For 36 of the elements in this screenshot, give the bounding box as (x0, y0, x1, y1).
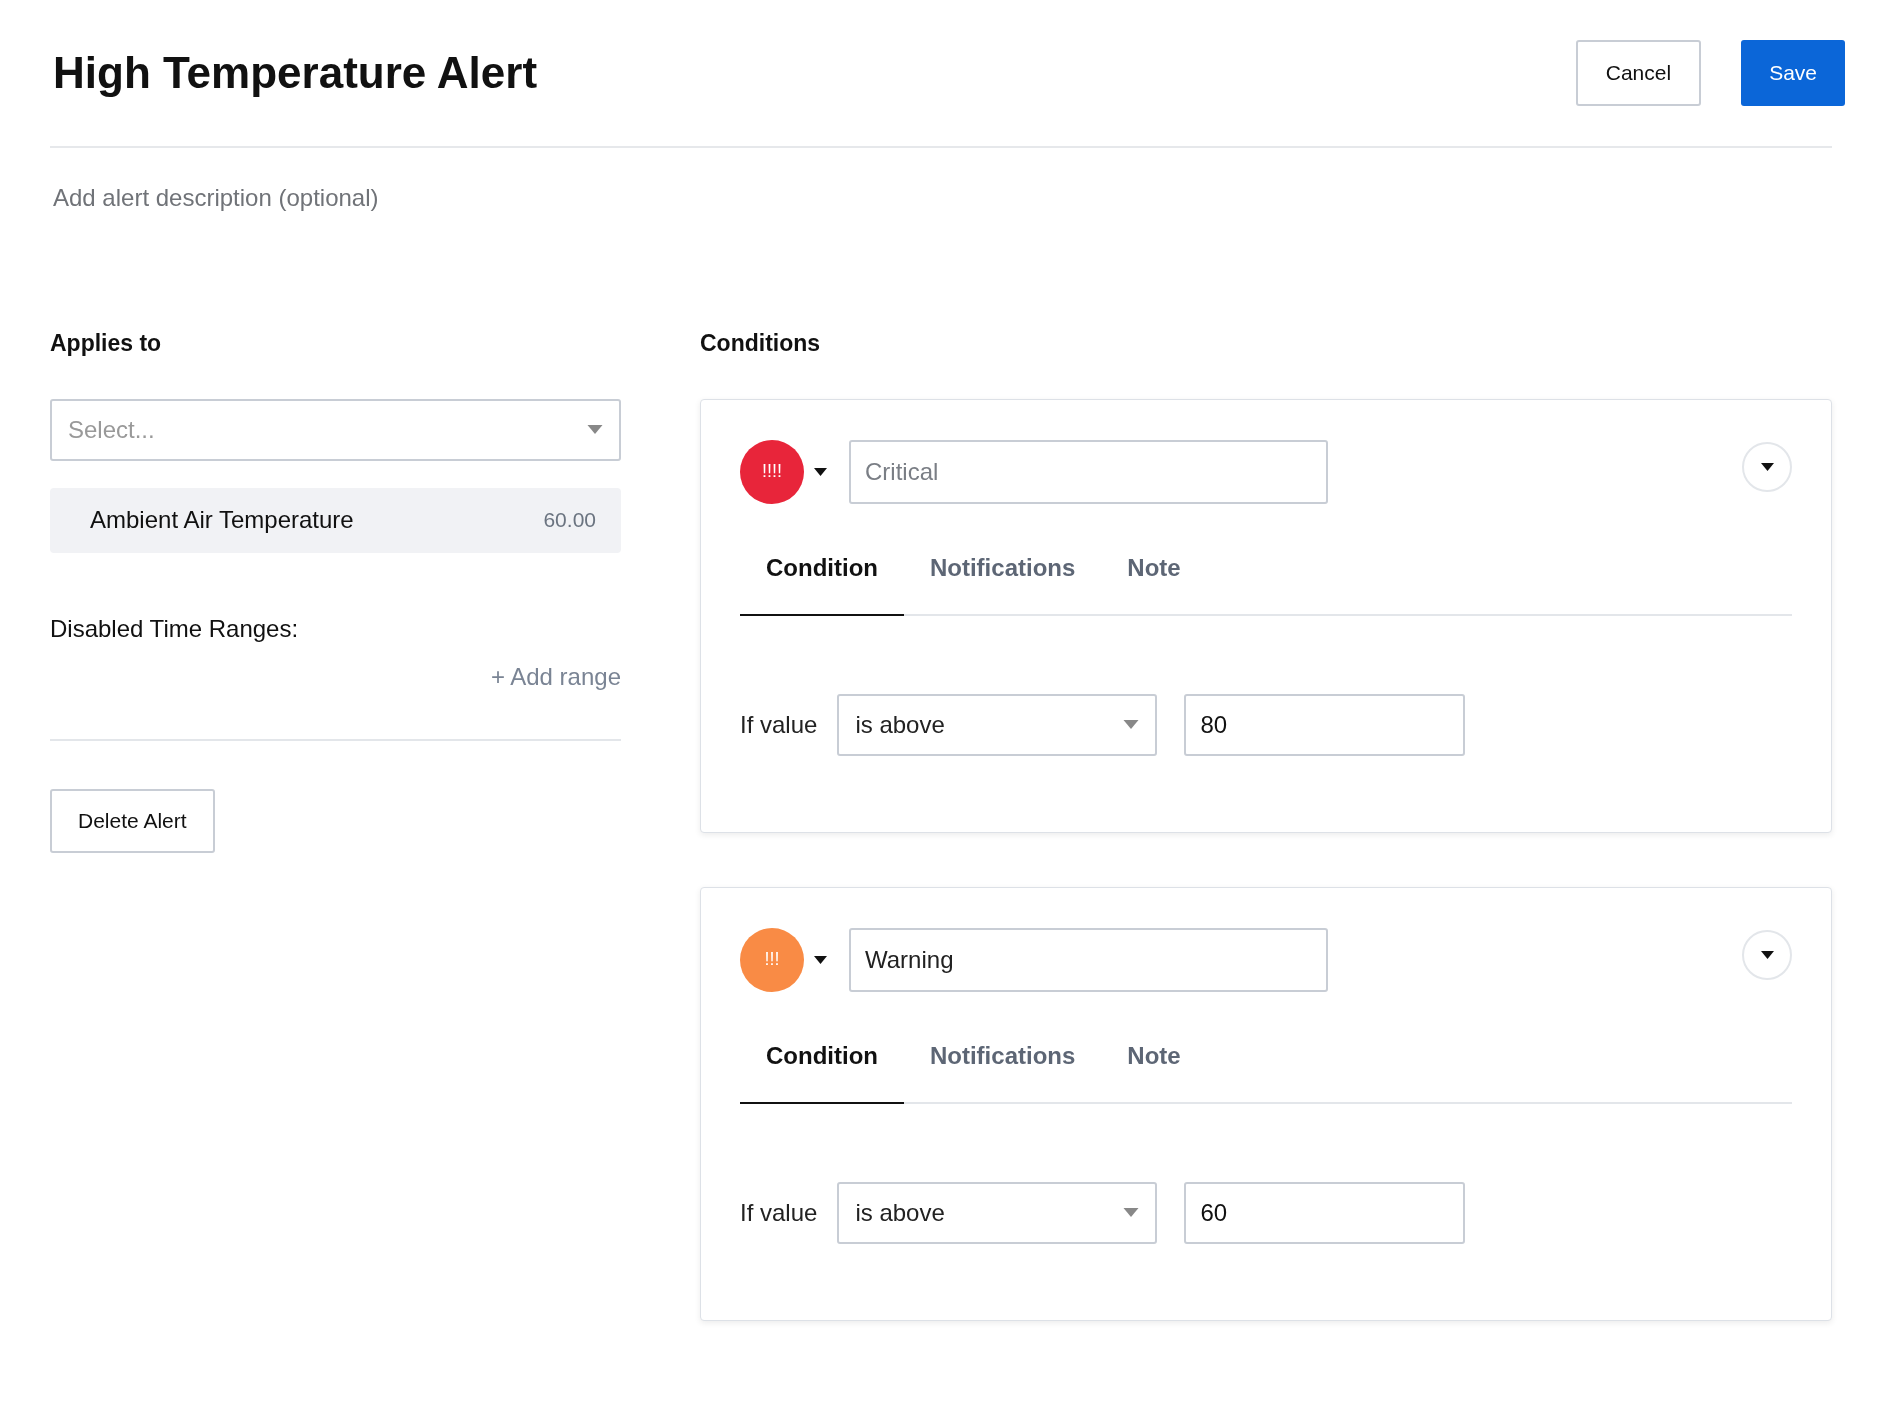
operator-select[interactable]: is above (837, 693, 1158, 756)
disabled-ranges-label: Disabled Time Ranges: (50, 613, 300, 644)
severity-badge: !!!! (740, 439, 804, 504)
severity-picker[interactable]: !!!! (740, 439, 827, 504)
tab[interactable]: Condition (740, 549, 904, 616)
collapse-button[interactable] (1742, 441, 1792, 492)
severity-badge: !!! (740, 927, 804, 992)
tab[interactable]: Notifications (903, 549, 1102, 616)
tab[interactable]: Note (1101, 1037, 1207, 1104)
cancel-button[interactable]: Cancel (1575, 40, 1702, 106)
caret-icon (1760, 462, 1774, 471)
delete-alert-button[interactable]: Delete Alert (50, 788, 215, 853)
description-field[interactable]: Add alert description (optional) (53, 180, 753, 216)
collapse-button[interactable] (1742, 929, 1792, 980)
if-value-label: If value (740, 1197, 818, 1228)
applies-to-heading: Applies to (50, 329, 163, 358)
sensor-item[interactable]: Ambient Air Temperature 60.00 (50, 487, 621, 553)
dropdown-caret-icon (1123, 720, 1140, 729)
tab[interactable]: Notifications (903, 1037, 1102, 1104)
page-title: High Temperature Alert (53, 47, 539, 99)
threshold-field[interactable]: 60 (1184, 1181, 1466, 1244)
save-button[interactable]: Save (1741, 40, 1845, 106)
dropdown-caret-icon (587, 425, 603, 434)
condition-name-field[interactable]: Warning (849, 927, 1328, 992)
dropdown-caret-icon (1123, 1208, 1140, 1217)
operator-select[interactable]: is above (837, 1181, 1158, 1244)
conditions-heading: Conditions (700, 329, 822, 358)
if-value-label: If value (740, 709, 818, 740)
threshold-field[interactable]: 80 (1184, 693, 1466, 756)
caret-icon (1760, 950, 1774, 959)
caret-icon (814, 955, 827, 964)
caret-icon (814, 467, 827, 476)
tab[interactable]: Condition (740, 1037, 904, 1104)
add-range-link[interactable]: + Add range (490, 658, 621, 695)
tab[interactable]: Note (1101, 549, 1207, 616)
condition-name-field[interactable]: Critical (849, 439, 1328, 504)
